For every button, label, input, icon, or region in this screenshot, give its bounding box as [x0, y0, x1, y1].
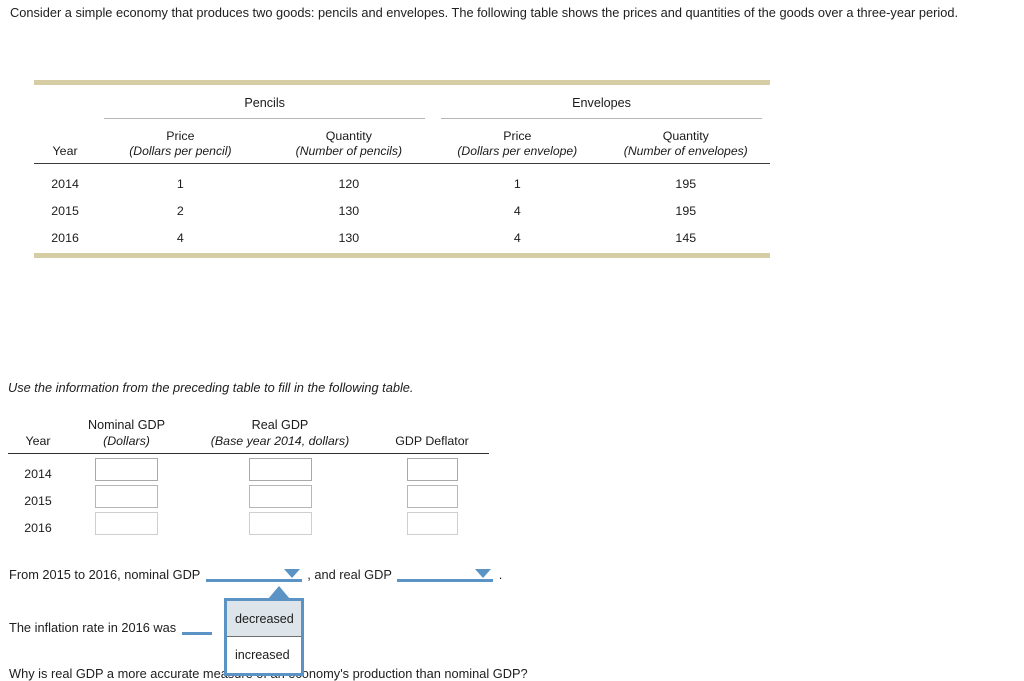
spacer-cell: [34, 85, 96, 113]
table2-subheader-row: Year (Dollars) (Base year 2014, dollars)…: [8, 434, 489, 454]
real-gdp-input-2015[interactable]: [248, 484, 312, 508]
unit-real-gdp: (Base year 2014, dollars): [185, 434, 375, 454]
column-header-year: Year: [8, 434, 68, 454]
dropdown-option-decreased[interactable]: decreased: [227, 601, 301, 637]
cell-year: 2015: [51, 203, 79, 218]
table2-top-header-row: Nominal GDP Real GDP: [8, 412, 489, 434]
cell-pencil-price: 1: [176, 176, 184, 191]
table-bottom-border: [34, 252, 770, 258]
unit-pencil-quantity: (Number of pencils): [264, 144, 434, 164]
unit-envelope-quantity: (Number of envelopes): [601, 144, 770, 164]
table-row: 2014: [8, 454, 489, 481]
cell-year: 2014: [24, 466, 52, 481]
table1-subheader-row: Price Quantity Price Quantity: [34, 119, 770, 144]
sentence1-suffix: .: [498, 567, 503, 582]
gdp-deflator-input-2016[interactable]: [406, 511, 458, 535]
cell-envelope-price: 4: [513, 203, 521, 218]
subheader-pencil-quantity: Quantity: [325, 129, 372, 143]
table-row: 2016: [8, 508, 489, 535]
group-header-pencils: Pencils: [244, 96, 285, 110]
spacer-cell: [34, 119, 96, 144]
sentence2-prefix: The inflation rate in 2016 was: [9, 620, 177, 635]
unit-pencil-price: (Dollars per pencil): [96, 144, 265, 164]
table-row: 2014 1 120 1 195: [34, 164, 770, 191]
cell-nominal-gdp: [68, 508, 185, 535]
gdp-deflator-input-2015[interactable]: [406, 484, 458, 508]
cell-pencil-quantity: 120: [338, 176, 360, 191]
cell-pencil-price: 4: [176, 230, 184, 245]
inflation-rate-sentence: The inflation rate in 2016 was: [9, 619, 212, 635]
dropdown-option-increased[interactable]: increased: [227, 637, 301, 673]
chevron-down-icon: [283, 569, 300, 578]
spacer-cell: [8, 412, 68, 434]
cell-gdp-deflator: [375, 481, 489, 508]
table2: Nominal GDP Real GDP Year (Dollars) (Bas…: [8, 412, 489, 535]
nominal-gdp-input-2014[interactable]: [95, 457, 158, 481]
cell-envelope-price: 4: [513, 230, 521, 245]
prices-quantities-table: Pencils Envelopes Price Quantity Price Q…: [34, 80, 770, 258]
real-gdp-input-2014[interactable]: [248, 457, 312, 481]
cell-year: 2016: [24, 520, 52, 535]
spacer-cell: [375, 412, 489, 434]
sentence1-middle: , and real GDP: [307, 567, 392, 582]
table1: Pencils Envelopes Price Quantity Price Q…: [34, 85, 770, 245]
cell-year: 2016: [51, 230, 79, 245]
cell-pencil-quantity: 130: [338, 203, 360, 218]
cell-year: 2015: [24, 493, 52, 508]
gdp-deflator-input-2014[interactable]: [406, 457, 458, 481]
dropdown-pointer-icon: [268, 586, 290, 599]
real-gdp-direction-dropdown[interactable]: [397, 566, 494, 582]
table-row: 2015: [8, 481, 489, 508]
instruction-text: Use the information from the preceding t…: [8, 380, 414, 395]
table1-units-row: Year (Dollars per pencil) (Number of pen…: [34, 144, 770, 164]
sentence1-prefix: From 2015 to 2016, nominal GDP: [9, 567, 201, 582]
header-gdp-deflator: GDP Deflator: [375, 434, 489, 454]
nominal-gdp-input-2015[interactable]: [95, 484, 158, 508]
cell-pencil-price: 2: [176, 203, 184, 218]
intro-paragraph: Consider a simple economy that produces …: [10, 5, 959, 20]
nominal-real-gdp-sentence: From 2015 to 2016, nominal GDP , and rea…: [9, 566, 502, 582]
subheader-envelope-price: Price: [503, 129, 532, 143]
group-header-envelopes: Envelopes: [572, 96, 631, 110]
chevron-down-icon: [475, 569, 492, 578]
header-real-gdp: Real GDP: [251, 418, 309, 432]
nominal-gdp-direction-dropdown[interactable]: [205, 566, 302, 582]
table-row: 2015 2 130 4 195: [34, 191, 770, 218]
table-row: 2016 4 130 4 145: [34, 218, 770, 245]
gdp-fill-in-table: Nominal GDP Real GDP Year (Dollars) (Bas…: [8, 412, 489, 535]
unit-envelope-price: (Dollars per envelope): [433, 144, 602, 164]
cell-real-gdp: [185, 454, 375, 481]
header-nominal-gdp: Nominal GDP: [88, 418, 165, 432]
cell-real-gdp: [185, 508, 375, 535]
cell-year: 2014: [51, 176, 79, 191]
cell-nominal-gdp: [68, 454, 185, 481]
cell-gdp-deflator: [375, 508, 489, 535]
column-header-year: Year: [34, 144, 97, 164]
cell-envelope-price: 1: [513, 176, 521, 191]
real-gdp-input-2016[interactable]: [248, 511, 312, 535]
cell-envelope-quantity: 195: [675, 203, 697, 218]
cell-envelope-quantity: 145: [675, 230, 697, 245]
cell-gdp-deflator: [375, 454, 489, 481]
dropdown-underline: [397, 579, 494, 582]
subheader-pencil-price: Price: [166, 129, 195, 143]
cell-envelope-quantity: 195: [675, 176, 697, 191]
subheader-envelope-quantity: Quantity: [662, 129, 709, 143]
table1-group-header-row: Pencils Envelopes: [34, 85, 770, 113]
cell-nominal-gdp: [68, 481, 185, 508]
unit-nominal-gdp: (Dollars): [68, 434, 185, 454]
dropdown-underline: [205, 579, 302, 582]
cell-pencil-quantity: 130: [338, 230, 360, 245]
cell-real-gdp: [185, 481, 375, 508]
dropdown-options-menu[interactable]: decreased increased: [224, 598, 304, 676]
nominal-gdp-input-2016[interactable]: [95, 511, 158, 535]
dropdown-underline: [181, 632, 212, 635]
inflation-rate-dropdown[interactable]: [181, 619, 212, 635]
